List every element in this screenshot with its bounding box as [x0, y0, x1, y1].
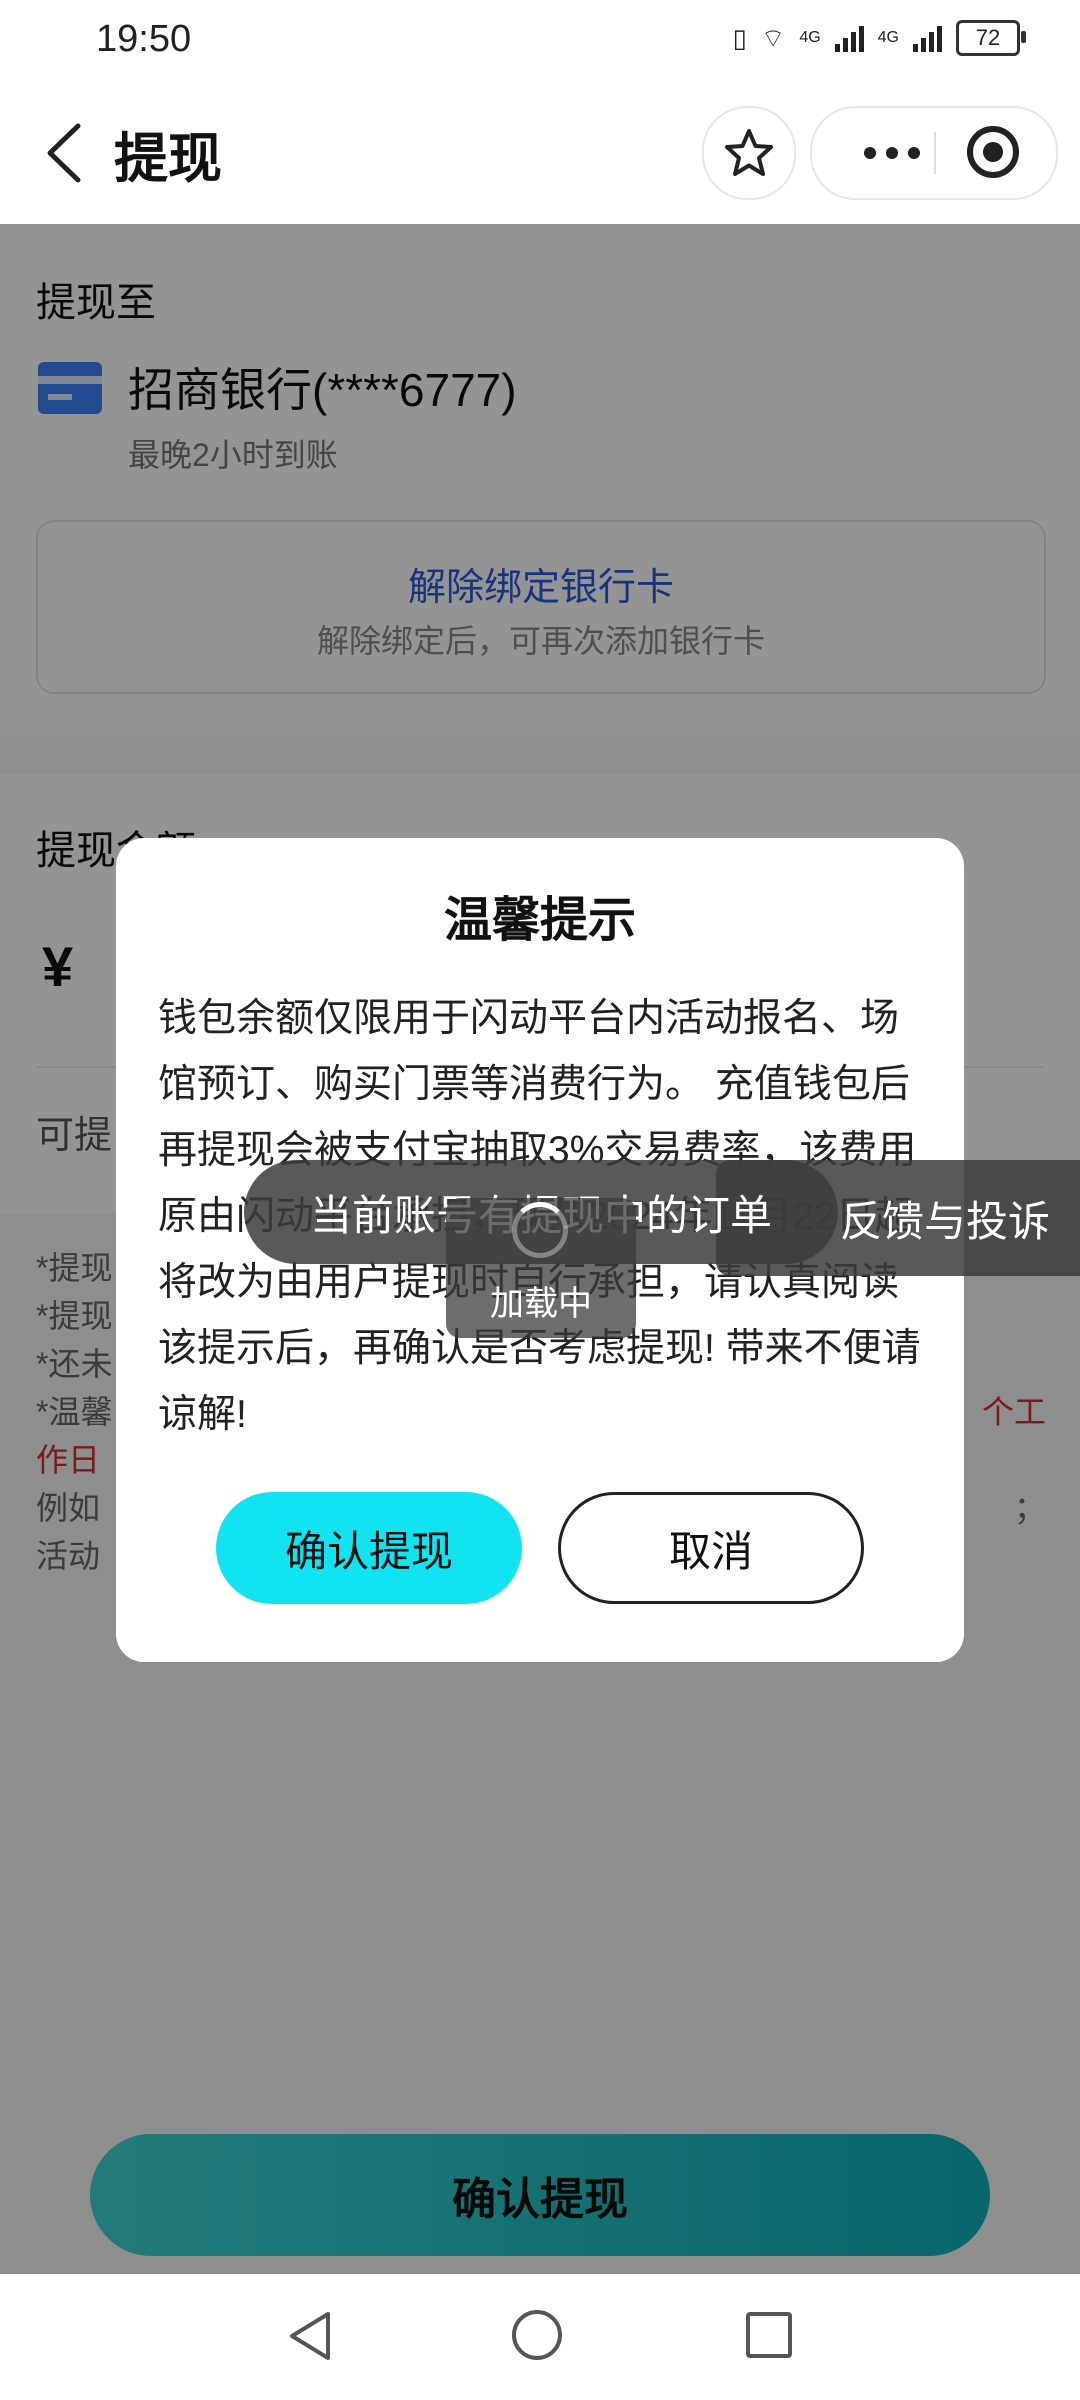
more-menu-icon[interactable]	[852, 138, 932, 168]
back-arrow-icon[interactable]	[36, 118, 96, 188]
signal-icon-2	[913, 24, 942, 52]
page-title: 提现	[114, 129, 222, 189]
battery-level: 72	[975, 25, 1001, 50]
capsule-divider	[934, 132, 936, 174]
system-nav-bar	[0, 2274, 1080, 2400]
network-label-2: 4G	[877, 29, 899, 46]
dialog-cancel-button[interactable]: 取消	[558, 1492, 864, 1604]
nav-recent-apps-icon[interactable]	[746, 2312, 792, 2358]
favorite-button[interactable]	[702, 106, 796, 200]
loading-spinner-icon	[512, 1202, 568, 1258]
signal-icon	[834, 24, 864, 52]
nav-home-icon[interactable]	[512, 2310, 562, 2360]
status-bar: 19:50 ▯ ⌔ 4G 4G 72	[0, 0, 1080, 80]
status-time: 19:50	[96, 18, 192, 60]
title-bar: 提现	[0, 80, 1080, 224]
dialog-confirm-button[interactable]: 确认提现	[216, 1492, 522, 1604]
status-icons: ▯ ⌔ 4G 4G 72	[732, 20, 1026, 56]
network-label-1: 4G	[799, 29, 821, 46]
loading-indicator: 加载中	[446, 1198, 636, 1338]
battery-icon: 72	[956, 20, 1026, 56]
nav-back-icon[interactable]	[284, 2308, 336, 2364]
loading-text: 加载中	[490, 1285, 592, 1323]
dialog-title: 温馨提示	[443, 894, 636, 947]
wifi-icon: ⌔	[760, 22, 786, 53]
miniapp-capsule	[810, 106, 1058, 200]
close-miniapp-icon[interactable]	[967, 126, 1019, 178]
star-icon	[725, 129, 773, 176]
vibrate-icon: ▯	[732, 22, 747, 53]
